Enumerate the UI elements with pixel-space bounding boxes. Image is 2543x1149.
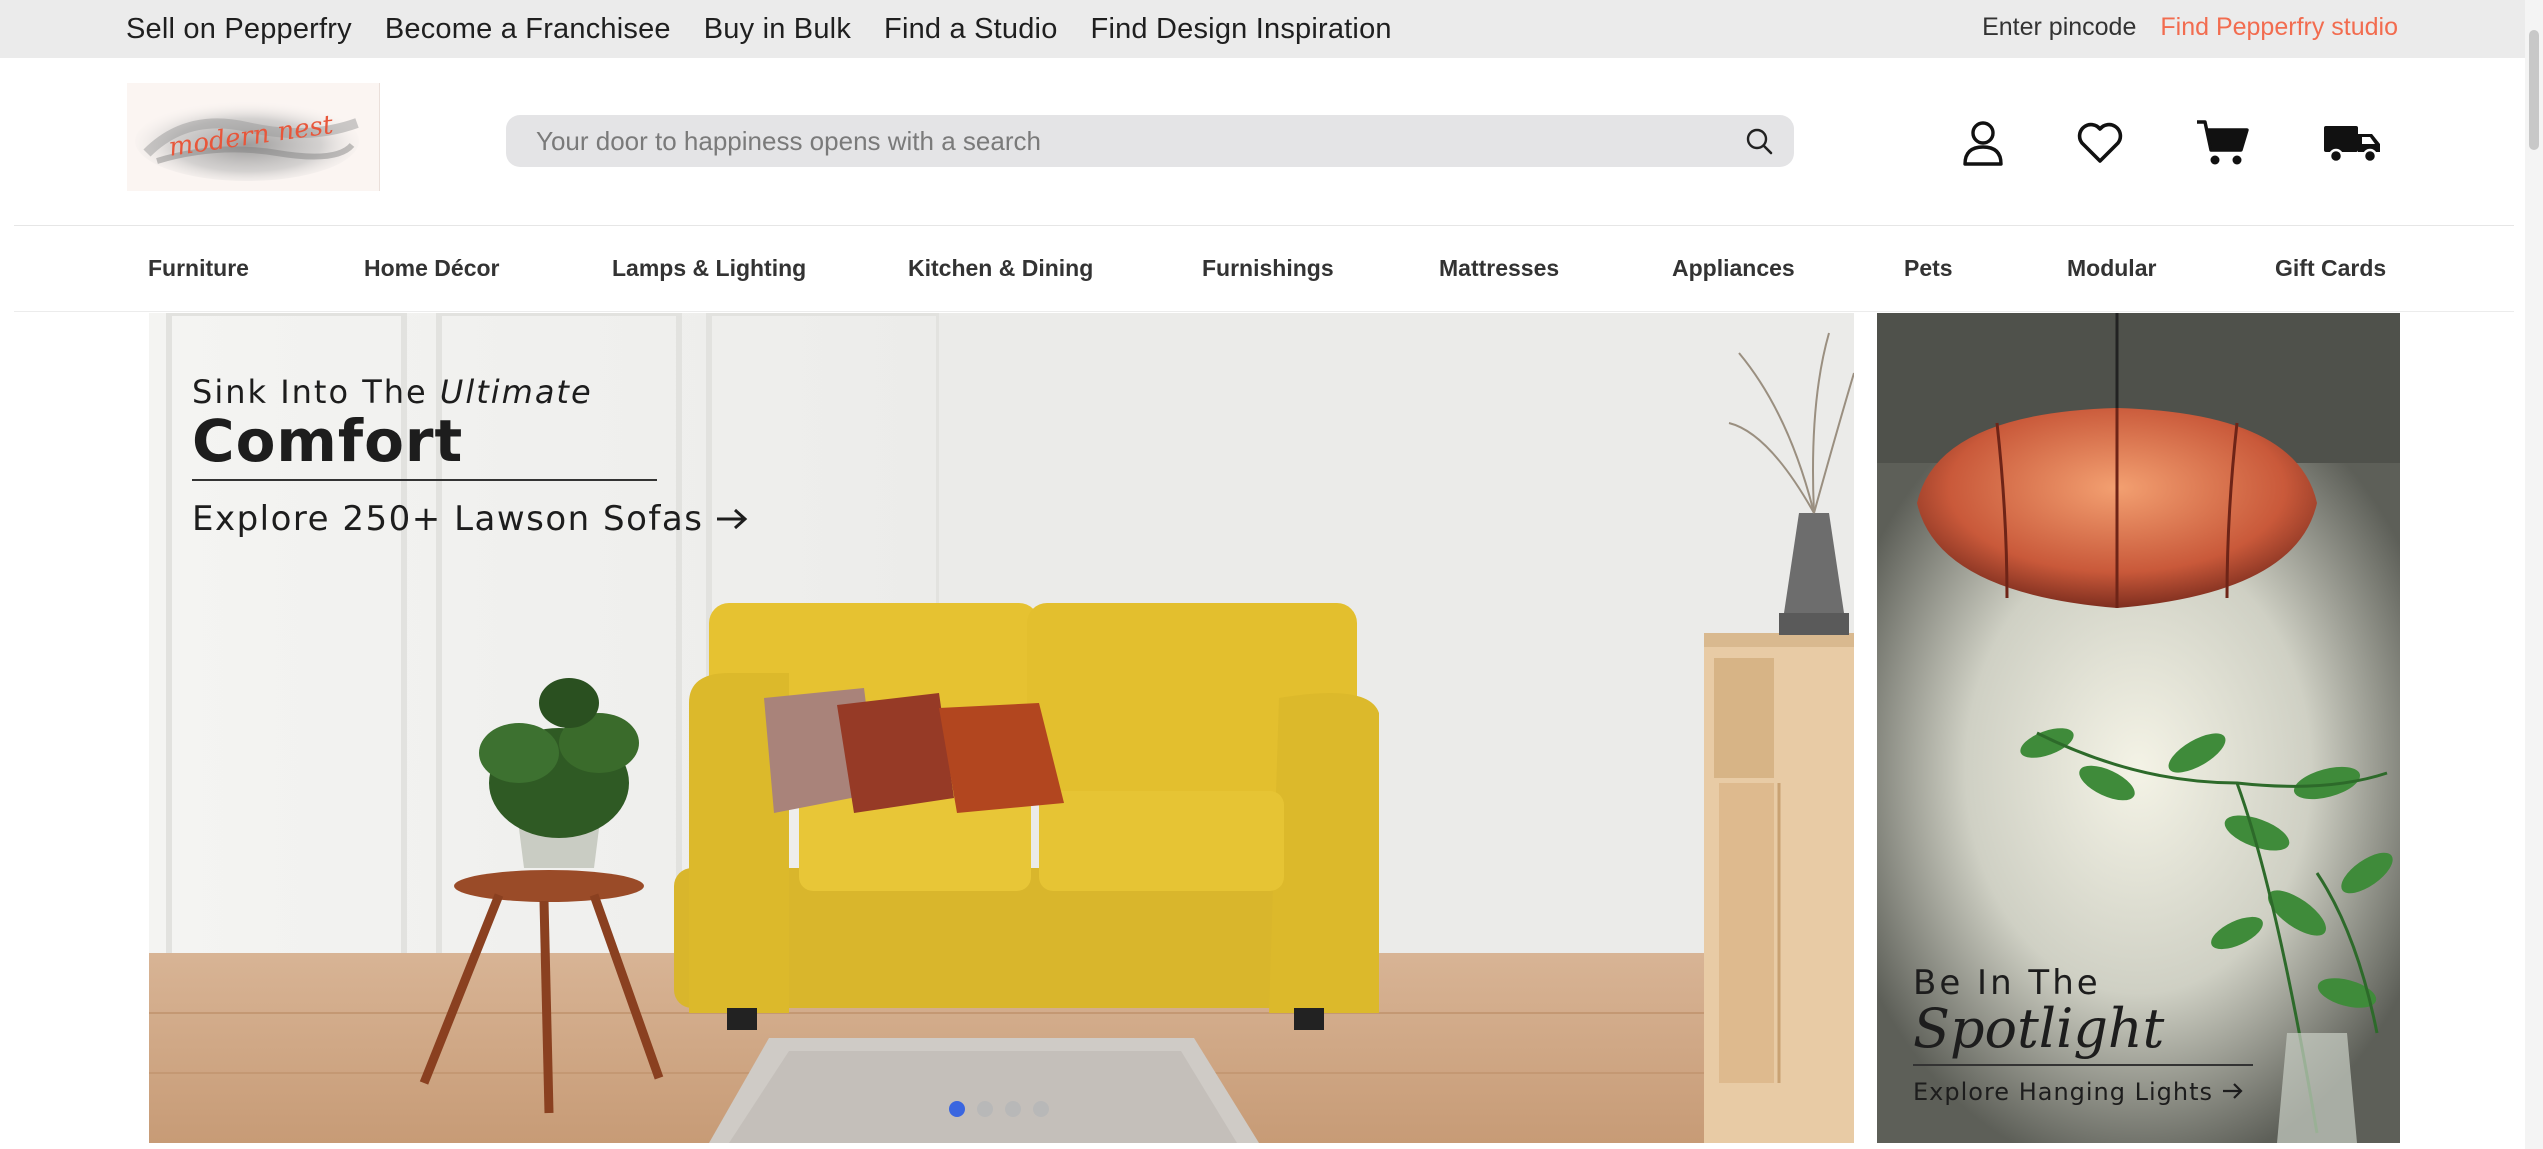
hero-cta-link[interactable]: Explore 250+ Lawson Sofas xyxy=(192,499,749,539)
nav-kitchen-dining[interactable]: Kitchen & Dining xyxy=(908,226,1093,311)
cart-icon[interactable] xyxy=(2193,113,2253,173)
site-logo[interactable]: modern nest xyxy=(127,83,380,191)
hero-headline-line2: Comfort xyxy=(192,407,464,475)
promo-headline-line2: Spotlight xyxy=(1913,997,2165,1060)
promo-text: Be In The Spotlight Explore Hanging Ligh… xyxy=(1913,963,2253,1106)
user-icon[interactable] xyxy=(1955,113,2011,173)
nav-pets[interactable]: Pets xyxy=(1904,226,1953,311)
truck-icon[interactable] xyxy=(2318,113,2388,173)
hero-cta-label: Explore 250+ Lawson Sofas xyxy=(192,499,704,539)
hero-divider xyxy=(192,479,657,481)
promo-cta-label: Explore Hanging Lights xyxy=(1913,1078,2214,1106)
scrollbar-thumb[interactable] xyxy=(2529,30,2539,150)
top-links: Sell on Pepperfry Become a Franchisee Bu… xyxy=(126,0,1392,58)
find-pepperfry-studio-link[interactable]: Find Pepperfry studio xyxy=(2160,13,2398,42)
search-bar xyxy=(506,115,1794,167)
hero-text: Sink Into The Ultimate Comfort Explore 2… xyxy=(192,373,749,539)
arrow-right-icon xyxy=(2222,1083,2243,1099)
nav-lamps-lighting[interactable]: Lamps & Lighting xyxy=(612,226,806,311)
search-icon[interactable] xyxy=(1724,115,1794,167)
find-design-inspiration-link[interactable]: Find Design Inspiration xyxy=(1091,13,1392,46)
top-right-group: Enter pincode Find Pepperfry studio xyxy=(1982,0,2398,54)
nav-home-decor[interactable]: Home Décor xyxy=(364,226,499,311)
hero-line1-prefix: Sink Into The xyxy=(192,373,440,411)
top-utility-bar: Sell on Pepperfry Become a Franchisee Bu… xyxy=(0,0,2543,58)
nav-furniture[interactable]: Furniture xyxy=(148,226,249,311)
hero-line1-emphasis: Ultimate xyxy=(439,373,593,411)
nav-gift-cards[interactable]: Gift Cards xyxy=(2275,226,2386,311)
become-franchisee-link[interactable]: Become a Franchisee xyxy=(385,13,671,46)
nav-appliances[interactable]: Appliances xyxy=(1672,226,1795,311)
logo-graphic: modern nest xyxy=(127,83,379,191)
arrow-right-icon xyxy=(717,508,748,530)
promo-banner[interactable]: Be In The Spotlight Explore Hanging Ligh… xyxy=(1877,313,2400,1143)
hero-banner[interactable]: Sink Into The Ultimate Comfort Explore 2… xyxy=(149,313,1854,1143)
carousel-dot-4[interactable] xyxy=(1033,1101,1049,1117)
carousel-dot-1[interactable] xyxy=(949,1101,965,1117)
site-header: modern nest xyxy=(0,58,2543,226)
hero-headline-line1: Sink Into The Ultimate xyxy=(192,373,749,411)
search-input[interactable] xyxy=(534,124,1724,158)
category-nav: Furniture Home Décor Lamps & Lighting Ki… xyxy=(0,226,2543,311)
page-scrollbar[interactable] xyxy=(2525,0,2543,1149)
sell-on-pepperfry-link[interactable]: Sell on Pepperfry xyxy=(126,13,352,46)
carousel-dot-2[interactable] xyxy=(977,1101,993,1117)
promo-divider xyxy=(1913,1064,2253,1066)
buy-in-bulk-link[interactable]: Buy in Bulk xyxy=(704,13,851,46)
carousel-dot-3[interactable] xyxy=(1005,1101,1021,1117)
promo-cta-link[interactable]: Explore Hanging Lights xyxy=(1913,1078,2253,1106)
enter-pincode-link[interactable]: Enter pincode xyxy=(1982,13,2136,42)
find-studio-link[interactable]: Find a Studio xyxy=(884,13,1058,46)
nav-modular[interactable]: Modular xyxy=(2067,226,2156,311)
heart-icon[interactable] xyxy=(2072,113,2128,173)
carousel-dots xyxy=(949,1101,1049,1117)
nav-divider xyxy=(14,311,2514,312)
nav-mattresses[interactable]: Mattresses xyxy=(1439,226,1559,311)
nav-furnishings[interactable]: Furnishings xyxy=(1202,226,1334,311)
